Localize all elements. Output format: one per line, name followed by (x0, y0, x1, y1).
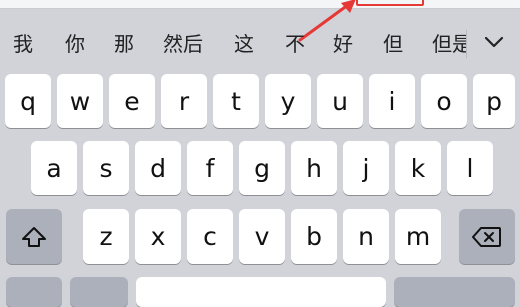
key-o[interactable]: o (421, 74, 467, 128)
key-p[interactable]: p (473, 74, 515, 128)
candidate-word[interactable]: 我 (13, 22, 33, 66)
key-f[interactable]: f (187, 141, 233, 195)
key-y[interactable]: y (265, 74, 311, 128)
key-l[interactable]: l (447, 141, 493, 195)
key-b[interactable]: b (291, 209, 337, 264)
key-u[interactable]: u (317, 74, 363, 128)
number-mode-key[interactable] (6, 277, 62, 307)
key-j[interactable]: j (343, 141, 389, 195)
key-m[interactable]: m (395, 209, 441, 264)
candidate-word[interactable]: 你 (65, 22, 85, 66)
key-x[interactable]: x (135, 209, 181, 264)
key-i[interactable]: i (369, 74, 415, 128)
candidate-bar: 我 你 那 然后 这 不 好 但 但是 (0, 22, 520, 66)
key-t[interactable]: t (213, 74, 259, 128)
collapse-candidates-button[interactable] (476, 24, 512, 60)
shift-arrow-icon (22, 226, 46, 247)
delete-key[interactable] (459, 209, 515, 264)
key-a[interactable]: a (31, 141, 77, 195)
key-r[interactable]: r (161, 74, 207, 128)
return-key[interactable] (394, 277, 515, 307)
candidate-word[interactable]: 然后 (163, 22, 203, 66)
key-v[interactable]: v (239, 209, 285, 264)
key-s[interactable]: s (83, 141, 129, 195)
candidate-word[interactable]: 好 (333, 22, 353, 66)
space-key[interactable] (136, 277, 386, 307)
shift-key[interactable] (6, 209, 62, 264)
candidate-word[interactable]: 那 (114, 22, 134, 66)
globe-key[interactable] (70, 277, 128, 307)
key-w[interactable]: w (57, 74, 103, 128)
chevron-down-icon (484, 36, 504, 48)
candidate-word[interactable]: 这 (234, 22, 254, 66)
key-z[interactable]: z (83, 209, 129, 264)
backspace-icon (472, 226, 501, 247)
candidate-divider (466, 30, 467, 58)
key-d[interactable]: d (135, 141, 181, 195)
key-g[interactable]: g (239, 141, 285, 195)
key-q[interactable]: q (5, 74, 51, 128)
key-n[interactable]: n (343, 209, 389, 264)
candidate-word[interactable]: 但是 (432, 22, 466, 66)
key-c[interactable]: c (187, 209, 233, 264)
candidate-word[interactable]: 不 (285, 22, 305, 66)
key-e[interactable]: e (109, 74, 155, 128)
key-k[interactable]: k (395, 141, 441, 195)
key-h[interactable]: h (291, 141, 337, 195)
candidate-word[interactable]: 但 (383, 22, 403, 66)
